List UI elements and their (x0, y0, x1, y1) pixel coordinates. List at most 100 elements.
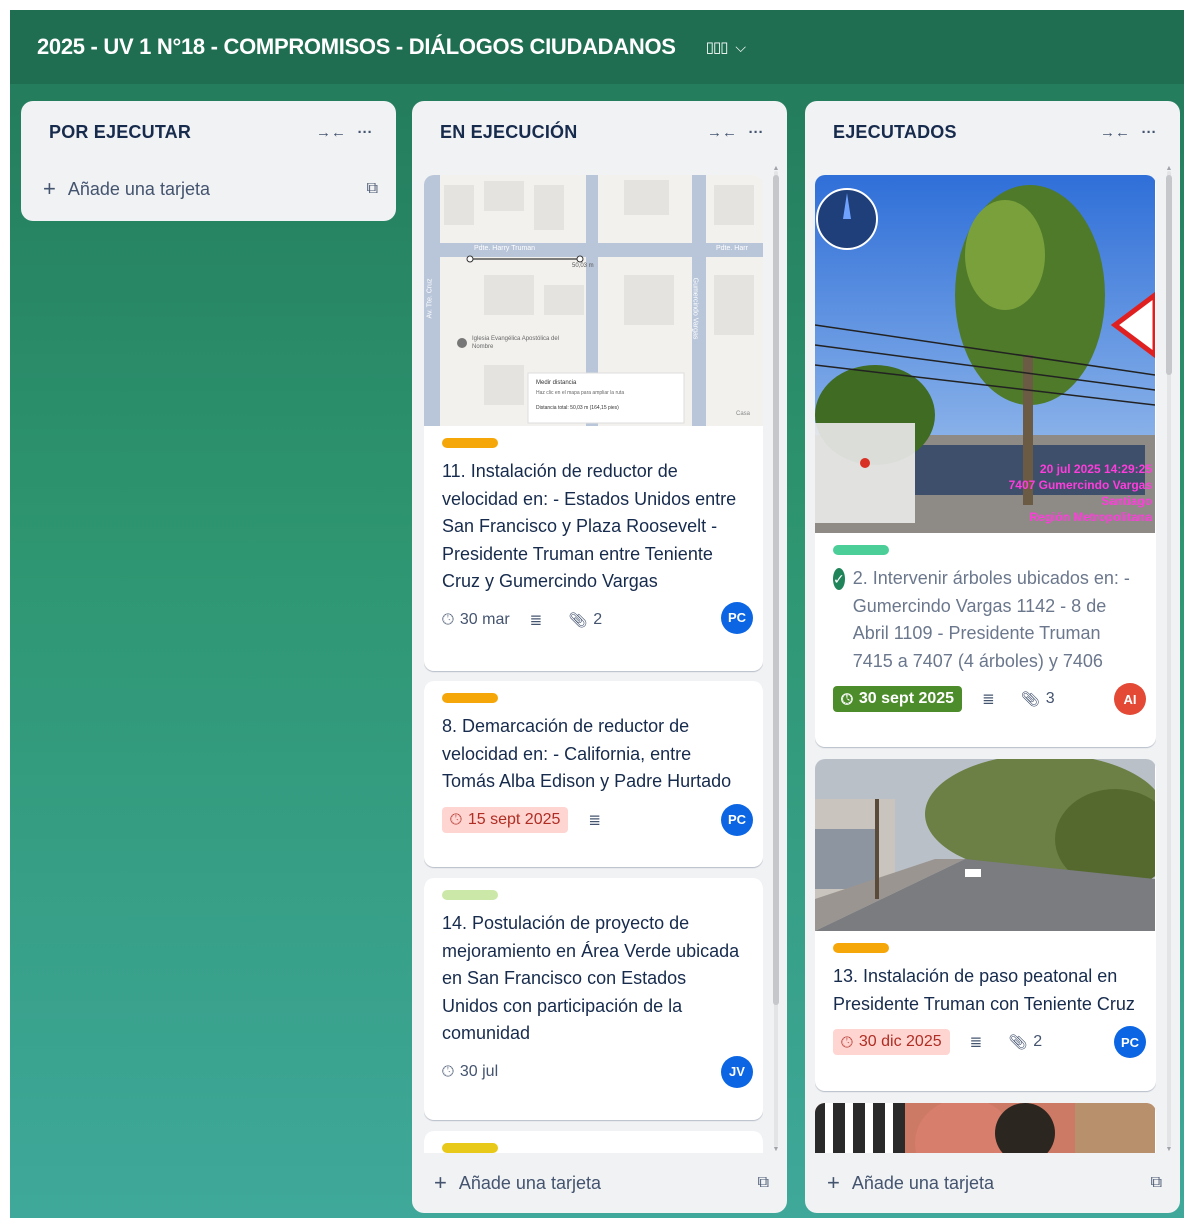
overlay-line3: Santiago (1101, 494, 1152, 508)
card-title-row: ✓ 2. Intervenir árboles ubicados en: - G… (833, 565, 1138, 675)
plus-icon: + (827, 1170, 840, 1195)
map-measure: 50,03 m (572, 263, 594, 269)
card-body: 14. Postulación de proyecto de mejoramie… (424, 878, 763, 1100)
list-menu-icon[interactable]: ··· (348, 118, 382, 146)
attachments-badge: 📎︎ 2 (1008, 1033, 1042, 1051)
map-street-top-right: Pdte. Harr (716, 245, 748, 252)
add-card-button[interactable]: + Añade una tarjeta ⧉ (805, 1157, 1180, 1209)
list-menu-icon[interactable]: ··· (739, 118, 773, 146)
card-label[interactable] (442, 693, 498, 703)
scroll-down-arrow[interactable]: ▼ (771, 1146, 781, 1153)
clock-icon: 🕓︎ (841, 690, 853, 708)
list-title[interactable]: EN EJECUCIÓN (440, 122, 705, 143)
card-badges: 🕓︎ 30 mar ≣ 📎︎ 2 (442, 604, 745, 636)
map-corner-label: Casa (736, 411, 751, 417)
map-tooltip-total: Distancia total: 50,03 m (164,15 pies) (536, 405, 619, 411)
card-label[interactable] (442, 438, 498, 448)
photo-overlay-text: 20 jul 2025 14:29:25 7407 Gumercindo Var… (1009, 461, 1152, 525)
card-label[interactable] (833, 545, 889, 555)
due-date-badge[interactable]: 🕓︎ 30 mar (442, 611, 510, 629)
list-title[interactable]: POR EJECUTAR (49, 122, 314, 143)
add-card-label: Añade una tarjeta (851, 1172, 994, 1193)
due-date-badge[interactable]: 🕓︎ 30 sept 2025 (833, 686, 963, 712)
card-template-icon[interactable]: ⧉ (367, 180, 378, 198)
card-template-icon[interactable]: ⧉ (1151, 1174, 1162, 1192)
due-date-badge[interactable]: 🕓︎ 30 jul (442, 1063, 498, 1081)
street-photo-road (815, 759, 1156, 931)
card-label[interactable] (442, 1143, 498, 1153)
card-body: 11. Instalación de reductor de velocidad… (424, 426, 763, 648)
overlay-line4: Región Metropolitana (1029, 510, 1152, 524)
map-street-top: Pdte. Harry Truman (474, 245, 536, 252)
map-street-right: Gumercindo Vargas (691, 277, 699, 340)
scrollbar-thumb[interactable] (1166, 175, 1172, 375)
avatar[interactable]: PC (1114, 1026, 1146, 1058)
check-icon[interactable]: ✓ (833, 568, 845, 590)
card-title: 2. Intervenir árboles ubicados en: - Gum… (852, 568, 1130, 671)
overlay-line1: 20 jul 2025 14:29:25 (1039, 462, 1152, 476)
card[interactable]: 20 jul 2025 14:29:25 7407 Gumercindo Var… (815, 175, 1156, 747)
card[interactable]: 14. Postulación de proyecto de mejoramie… (424, 878, 763, 1120)
card-cover-map: Pdte. Harry Truman Pdte. Harr Av. Tte. C… (424, 175, 763, 426)
due-date-badge[interactable]: 🕓︎ 30 dic 2025 (833, 1029, 950, 1055)
card-cover-photo: 20 jul 2025 14:29:25 7407 Gumercindo Var… (815, 175, 1156, 533)
card-list: 20 jul 2025 14:29:25 7407 Gumercindo Var… (815, 165, 1156, 1153)
card-cover-photo (815, 1103, 1156, 1153)
card-body: 8. Demarcación de reductor de velocidad … (424, 681, 763, 848)
description-icon: ≣ (969, 1034, 983, 1051)
card-title: 13. Instalación de paso peatonal en Pres… (833, 966, 1135, 1014)
overlay-line2: 7407 Gumercindo Vargas (1008, 478, 1152, 492)
list-menu-icon[interactable]: ··· (1132, 118, 1166, 146)
list-scrollbar[interactable]: ▲ ▼ (771, 165, 781, 1153)
map-place: Iglesia Evangélica Apostólica del Nombre (472, 336, 560, 350)
card-cover-photo (815, 759, 1156, 931)
card-body: ✓ 2. Intervenir árboles ubicados en: - G… (815, 533, 1156, 727)
collapse-list-icon[interactable]: →← (705, 118, 739, 146)
card[interactable]: 13. Instalación de paso peatonal en Pres… (815, 759, 1156, 1091)
photo-people (815, 1103, 1155, 1153)
board-header: 2025 - UV 1 N°18 - COMPROMISOS - DIÁLOGO… (10, 10, 1184, 84)
due-date-badge[interactable]: 🕓︎ 15 sept 2025 (442, 806, 569, 833)
list-header: EN EJECUCIÓN →← ··· (412, 101, 787, 163)
board: 2025 - UV 1 N°18 - COMPROMISOS - DIÁLOGO… (10, 10, 1184, 1218)
card[interactable] (424, 1131, 763, 1153)
map-tooltip-hint: Haz clic en el mapa para ampliar la ruta (536, 390, 625, 396)
description-icon: ≣ (529, 611, 543, 629)
due-date: 15 sept 2025 (467, 810, 561, 828)
list-header: EJECUTADOS →← ··· (805, 101, 1180, 163)
list-title[interactable]: EJECUTADOS (833, 122, 1098, 143)
board-view-switcher[interactable]: ▯▯▯ ⌵ (706, 38, 746, 57)
collapse-list-icon[interactable]: →← (1098, 118, 1132, 146)
list-scrollbar[interactable]: ▲ ▼ (1164, 165, 1174, 1153)
card-template-icon[interactable]: ⧉ (758, 1174, 769, 1192)
due-date: 30 dic 2025 (858, 1033, 942, 1050)
attachments-badge: 📎︎ 2 (568, 611, 602, 629)
attachment-count: 2 (593, 610, 603, 628)
avatar[interactable]: PC (721, 803, 753, 836)
clock-icon: 🕓︎ (841, 1033, 853, 1051)
card-title: 14. Postulación de proyecto de mejoramie… (442, 913, 740, 1043)
list-ejecutados: EJECUTADOS →← ··· 20 jul 2025 14:29:25 7… (805, 101, 1180, 1213)
collapse-list-icon[interactable]: →← (314, 118, 348, 146)
avatar[interactable]: JV (721, 1055, 753, 1088)
card[interactable]: Pdte. Harry Truman Pdte. Harr Av. Tte. C… (424, 175, 763, 671)
card-label[interactable] (833, 943, 889, 953)
clock-icon: 🕓︎ (450, 811, 462, 828)
avatar[interactable]: AI (1114, 683, 1146, 715)
scroll-down-arrow[interactable]: ▼ (1164, 1146, 1174, 1153)
add-card-button[interactable]: + Añade una tarjeta ⧉ (412, 1157, 787, 1209)
clock-icon: 🕓︎ (442, 611, 454, 628)
card[interactable]: 8. Demarcación de reductor de velocidad … (424, 681, 763, 867)
card-badges: 🕓︎ 15 sept 2025 ≣ (442, 804, 745, 836)
description-badge: ≣ (588, 811, 607, 829)
scrollbar-thumb[interactable] (773, 175, 779, 1005)
add-card-button[interactable]: + Añade una tarjeta ⧉ (21, 163, 396, 215)
avatar[interactable]: PC (721, 601, 753, 634)
description-badge: ≣ (530, 611, 549, 629)
board-title[interactable]: 2025 - UV 1 N°18 - COMPROMISOS - DIÁLOGO… (37, 34, 676, 60)
card-badges: 🕓︎ 30 jul (442, 1056, 745, 1088)
card[interactable] (815, 1103, 1156, 1153)
paperclip-icon: 📎︎ (1020, 691, 1040, 708)
card-label[interactable] (442, 890, 498, 900)
plus-icon: + (434, 1170, 447, 1195)
